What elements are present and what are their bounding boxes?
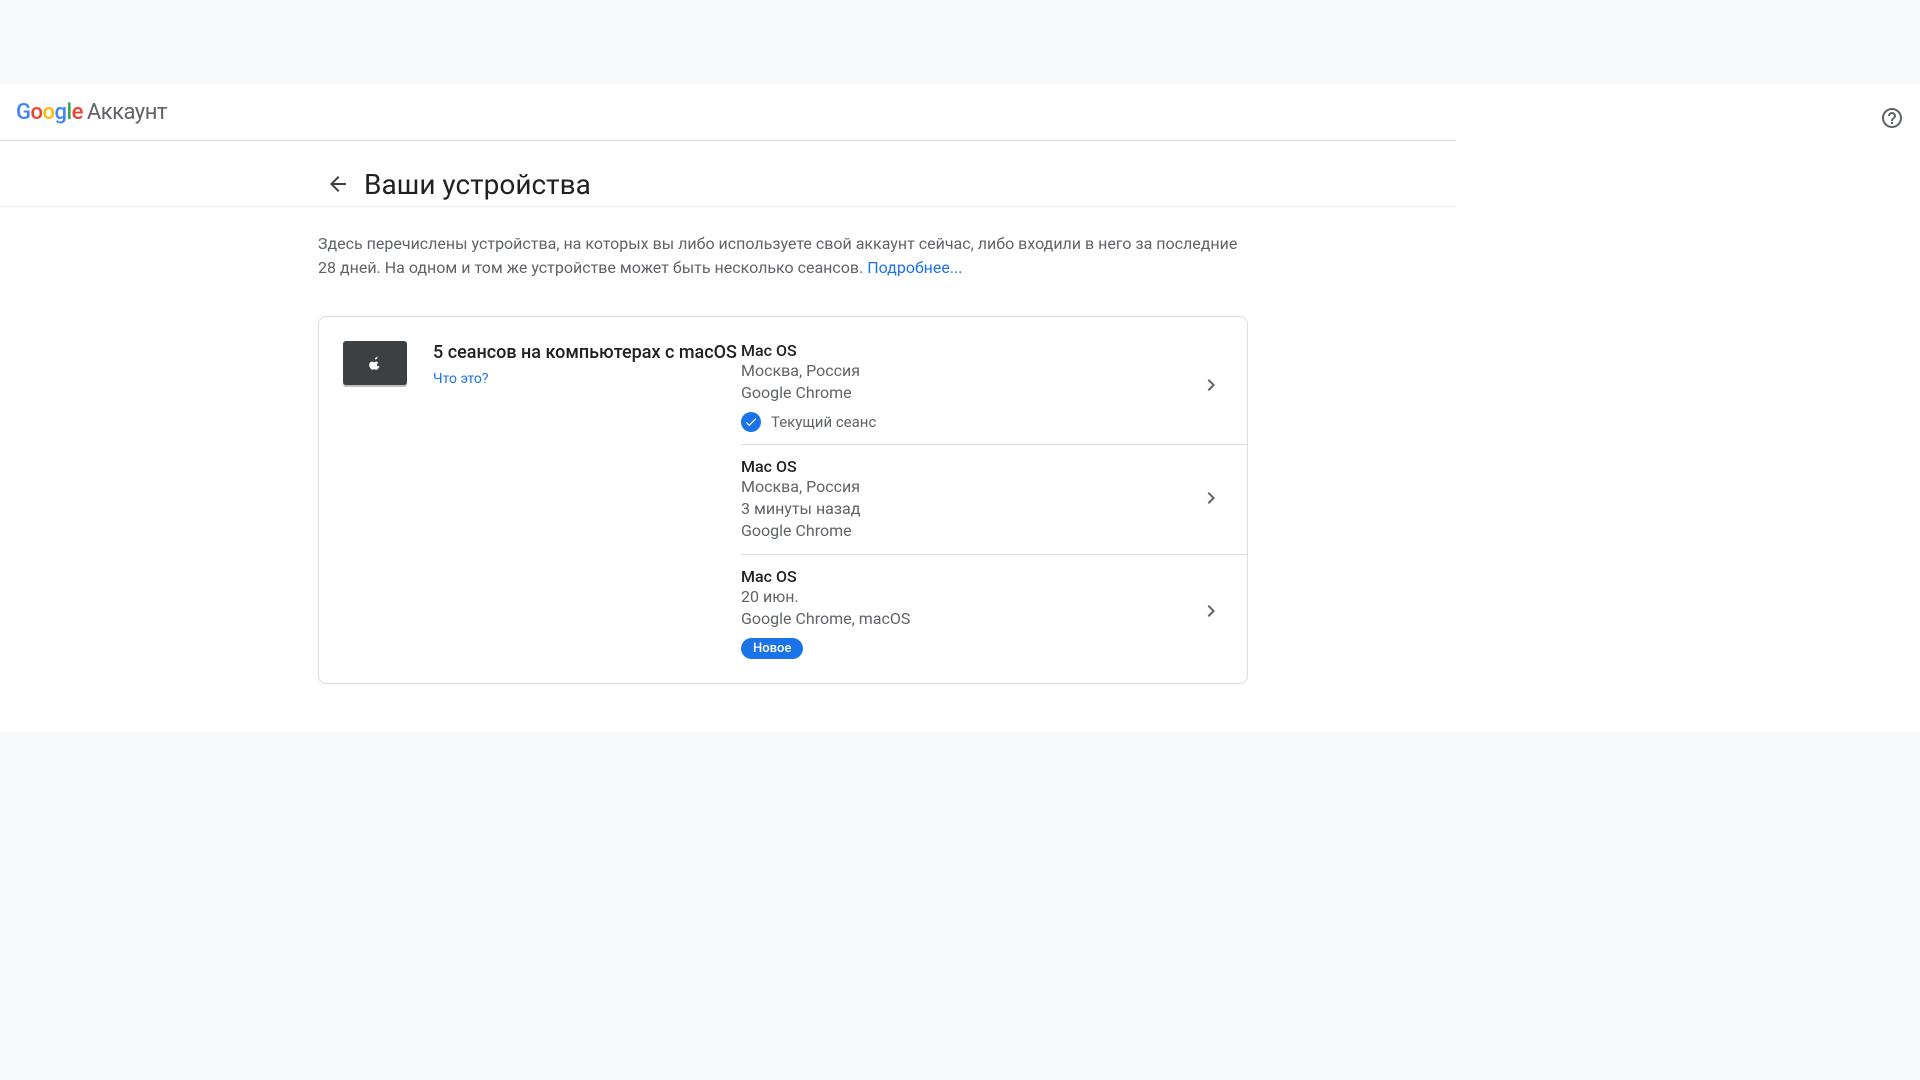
session-location: Москва, Россия: [741, 360, 876, 382]
topbar-divider: [0, 140, 1456, 141]
description-text: Здесь перечислены устройства, на которых…: [318, 234, 1237, 277]
session-os: Mac OS: [741, 457, 860, 476]
session-os: Mac OS: [741, 341, 876, 360]
session-os: Mac OS: [741, 567, 910, 586]
session-time: 3 минуты назад: [741, 498, 860, 520]
session-app: Google Chrome: [741, 382, 876, 404]
content: Здесь перечислены устройства, на которых…: [318, 216, 1248, 684]
back-button[interactable]: [318, 164, 358, 204]
learn-more-link[interactable]: Подробнее...: [867, 258, 962, 277]
current-session-label: Текущий сеанс: [771, 413, 876, 431]
help-button[interactable]: [1872, 98, 1912, 138]
help-icon: [1880, 106, 1904, 130]
device-thumbnail: [343, 341, 407, 385]
google-logo: Google Аккаунт: [16, 100, 167, 125]
card-title: 5 сеансов на компьютерах с macOS: [433, 341, 737, 365]
chevron-right-icon: [1199, 599, 1223, 627]
session-row[interactable]: Mac OS 20 июн. Google Chrome, macOS Ново…: [741, 555, 1247, 659]
logo-letter: G: [16, 100, 31, 125]
logo-letter: e: [72, 100, 83, 125]
titlebar: Ваши устройства: [0, 140, 1456, 216]
app-frame: Google Аккаунт Ваши устройства Здесь пер…: [0, 84, 1456, 732]
new-badge: Новое: [741, 638, 803, 659]
page-title: Ваши устройства: [364, 168, 591, 201]
session-row[interactable]: Mac OS Москва, Россия 3 минуты назад Goo…: [741, 445, 1247, 555]
check-circle-icon: [741, 412, 761, 432]
apple-icon: [368, 355, 382, 371]
logo-letter: o: [31, 100, 43, 125]
chevron-right-icon: [1199, 373, 1223, 401]
logo-letter: g: [54, 100, 66, 125]
session-row[interactable]: Mac OS Москва, Россия Google Chrome Теку…: [741, 341, 1247, 445]
logo-letter: o: [42, 100, 54, 125]
chevron-right-icon: [1199, 486, 1223, 514]
session-time: 20 июн.: [741, 586, 910, 608]
session-app: Google Chrome: [741, 520, 860, 542]
session-location: Москва, Россия: [741, 476, 860, 498]
devices-card: 5 сеансов на компьютерах с macOS Что это…: [318, 316, 1248, 684]
what-is-this-link[interactable]: Что это?: [433, 371, 489, 387]
card-left: 5 сеансов на компьютерах с macOS Что это…: [343, 341, 741, 659]
topbar: Google Аккаунт: [0, 84, 1456, 140]
product-name: Аккаунт: [87, 100, 167, 125]
current-session-badge: Текущий сеанс: [741, 412, 876, 432]
session-app: Google Chrome, macOS: [741, 608, 910, 630]
title-divider: [0, 206, 1456, 207]
sessions-list: Mac OS Москва, Россия Google Chrome Теку…: [741, 341, 1247, 659]
arrow-left-icon: [326, 172, 350, 196]
page-description: Здесь перечислены устройства, на которых…: [318, 232, 1248, 280]
